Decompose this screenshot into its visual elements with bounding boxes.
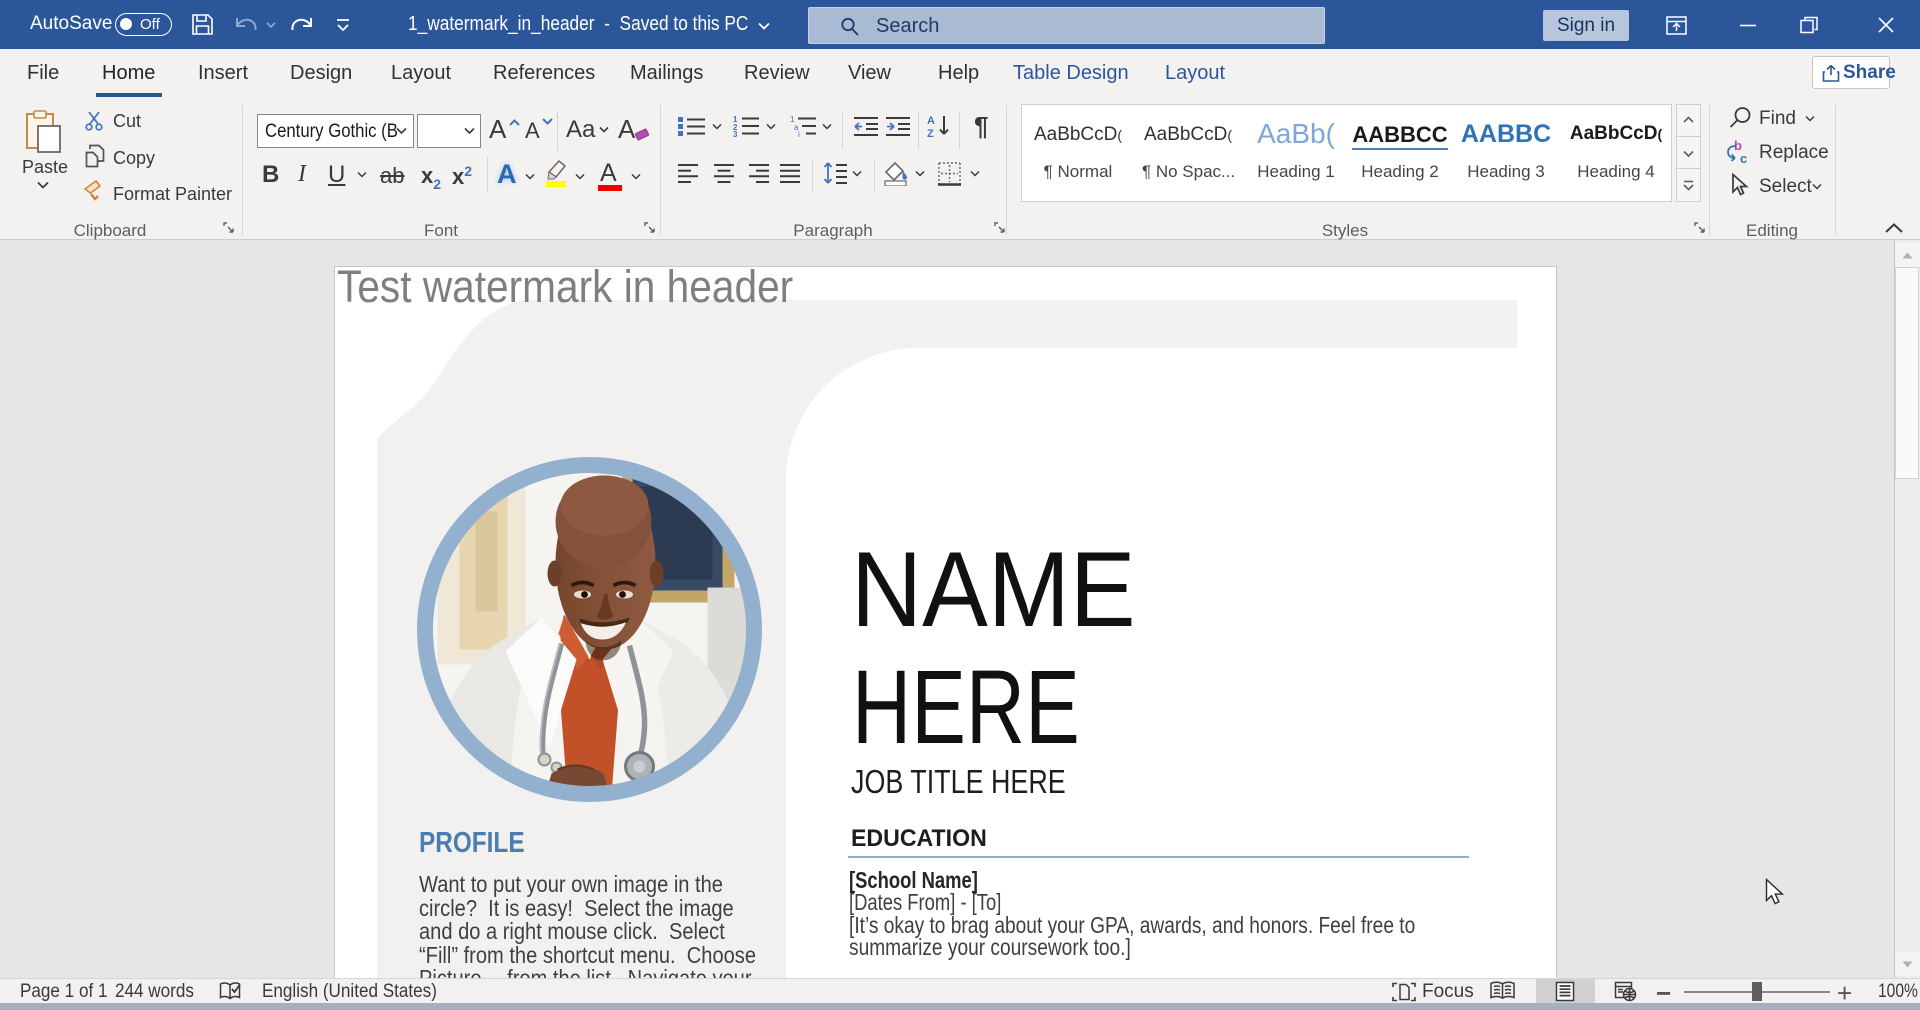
svg-text:c: c bbox=[1740, 151, 1747, 165]
svg-text:i: i bbox=[798, 130, 800, 137]
svg-text:Z: Z bbox=[927, 128, 934, 138]
svg-text:A: A bbox=[927, 115, 935, 127]
svg-text:3: 3 bbox=[733, 130, 738, 137]
